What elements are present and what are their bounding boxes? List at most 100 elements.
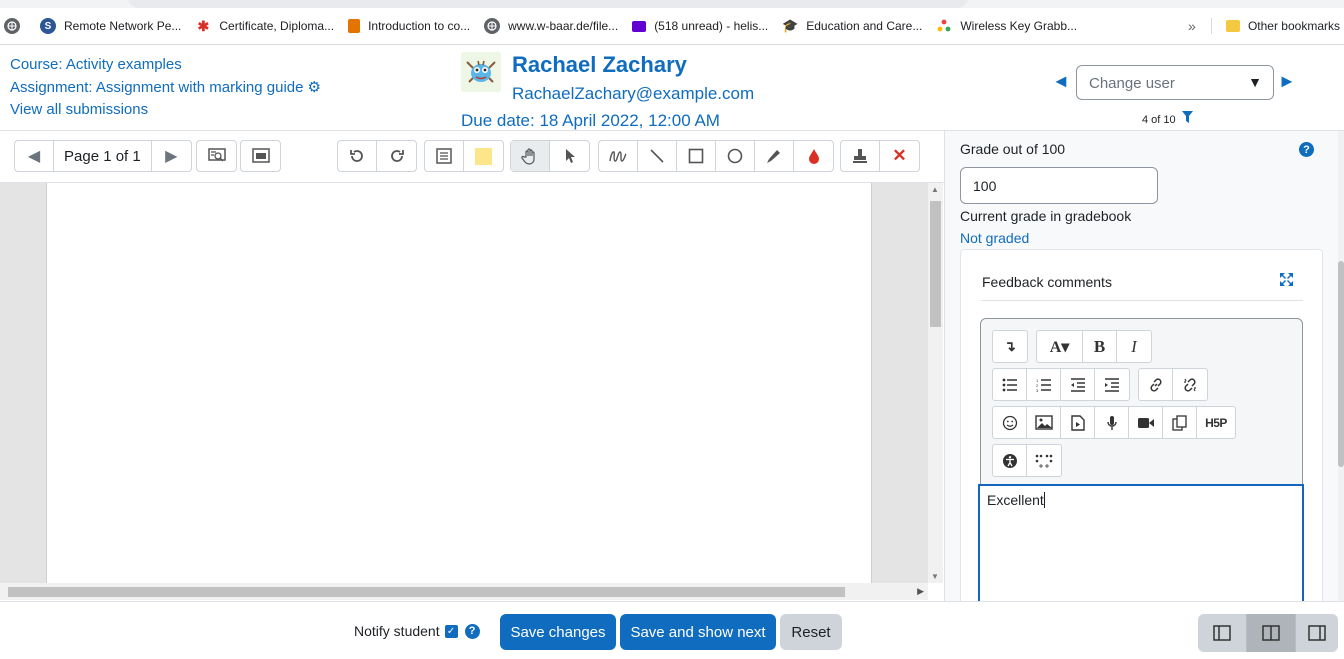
filter-icon[interactable] <box>1181 111 1193 126</box>
gear-icon[interactable]: ⚙ <box>307 77 320 100</box>
rotate-left-icon[interactable] <box>338 141 377 171</box>
line-icon[interactable] <box>638 141 677 171</box>
mail-icon <box>632 20 647 32</box>
grading-footer: Notify student ✓ ? Save changes Save and… <box>0 601 1344 659</box>
next-user-icon[interactable]: ► <box>1278 71 1296 92</box>
unlink-icon[interactable] <box>1173 369 1207 400</box>
editor-toolbar-row-3: H5P <box>992 406 1244 439</box>
bookmark-wbaar[interactable]: www.w-baar.de/file... <box>478 14 626 38</box>
save-and-show-next-button[interactable]: Save and show next <box>620 614 776 650</box>
course-link[interactable]: Course: Activity examples <box>10 54 321 77</box>
toggle-toolbar-icon[interactable]: ↴ <box>993 331 1027 362</box>
feedback-text: Excellent <box>987 492 1044 508</box>
previous-user-icon[interactable]: ◄ <box>1052 71 1070 92</box>
notify-student[interactable]: Notify student ✓ ? <box>354 623 480 639</box>
screenreader-helper-icon[interactable] <box>1027 445 1061 476</box>
notify-student-checkbox[interactable]: ✓ <box>444 624 458 638</box>
address-bar[interactable] <box>128 0 968 8</box>
other-bookmarks[interactable]: Other bookmarks <box>1220 14 1344 38</box>
record-audio-icon[interactable] <box>1095 407 1129 438</box>
scrollbar-thumb[interactable] <box>1338 261 1344 467</box>
insert-group: H5P <box>992 406 1236 439</box>
scrollbar-thumb[interactable] <box>8 587 845 597</box>
default-layout-icon[interactable] <box>1247 614 1296 652</box>
pdf-page[interactable] <box>46 183 872 583</box>
italic-icon[interactable]: I <box>1117 331 1151 362</box>
save-changes-button[interactable]: Save changes <box>500 614 616 650</box>
pen-icon[interactable] <box>599 141 638 171</box>
record-video-icon[interactable] <box>1129 407 1163 438</box>
s-logo-icon: S <box>40 18 56 34</box>
delete-icon[interactable]: ✕ <box>880 141 919 171</box>
link-icon[interactable] <box>1139 369 1173 400</box>
rectangle-icon[interactable] <box>677 141 716 171</box>
highlighter-icon[interactable] <box>755 141 794 171</box>
outdent-icon[interactable] <box>1061 369 1095 400</box>
bold-icon[interactable]: B <box>1083 331 1117 362</box>
media-icon[interactable] <box>1061 407 1095 438</box>
user-email[interactable]: RachaelZachary@example.com <box>512 84 754 104</box>
bookmark-remote-network[interactable]: S Remote Network Pe... <box>34 14 189 38</box>
image-icon[interactable] <box>1027 407 1061 438</box>
viewer-vertical-scrollbar[interactable]: ▲ ▼ <box>928 183 943 583</box>
oval-icon[interactable] <box>716 141 755 171</box>
user-counter-text: 4 of 10 <box>1142 114 1176 126</box>
collapse-grade-panel-icon[interactable] <box>1198 614 1247 652</box>
help-icon[interactable]: ? <box>464 623 480 639</box>
rotate-right-icon[interactable] <box>377 141 416 171</box>
scroll-right-icon[interactable]: ▶ <box>917 586 924 597</box>
h5p-icon[interactable]: H5P <box>1197 407 1235 438</box>
select-arrow-icon[interactable] <box>550 141 589 171</box>
prev-page-icon[interactable]: ◀ <box>15 141 54 171</box>
bookmark-label: Introduction to co... <box>368 19 471 33</box>
user-name[interactable]: Rachael Zachary <box>512 52 687 78</box>
view-all-submissions-link[interactable]: View all submissions <box>10 99 321 122</box>
unordered-list-icon[interactable] <box>993 369 1027 400</box>
more-bookmarks-chevron[interactable]: » <box>1181 18 1203 34</box>
editor-toolbar-row-2: 123 <box>992 368 1216 401</box>
people-icon <box>936 18 953 34</box>
folder-icon <box>1225 20 1240 32</box>
ordered-list-icon[interactable]: 123 <box>1027 369 1061 400</box>
change-user-select[interactable]: Change user ▼ <box>1076 65 1274 100</box>
stamp-icon[interactable] <box>841 141 880 171</box>
scroll-up-icon[interactable]: ▲ <box>931 185 939 194</box>
panel-scrollbar[interactable] <box>1338 131 1344 601</box>
reset-button[interactable]: Reset <box>780 614 842 650</box>
manage-files-icon[interactable] <box>1163 407 1197 438</box>
bookmark-introduction[interactable]: Introduction to co... <box>342 14 478 38</box>
search-comments-icon[interactable] <box>197 141 236 171</box>
pdf-viewer[interactable] <box>0 183 928 583</box>
feedback-text-area[interactable]: Excellent <box>978 484 1304 601</box>
indent-icon[interactable] <box>1095 369 1129 400</box>
text-style-group: A▾ B I <box>1036 330 1152 363</box>
assignment-link[interactable]: Assignment: Assignment with marking guid… <box>10 77 321 100</box>
emoji-icon[interactable] <box>993 407 1027 438</box>
scrollbar-thumb[interactable] <box>930 201 941 327</box>
annotation-color-icon[interactable] <box>794 141 833 171</box>
scroll-down-icon[interactable]: ▼ <box>931 572 939 581</box>
bookmark-wireless[interactable]: Wireless Key Grabb... <box>930 14 1085 38</box>
apps-bookmark[interactable] <box>0 14 34 38</box>
grade-input[interactable] <box>960 167 1158 204</box>
help-icon[interactable]: ? <box>1299 142 1314 157</box>
bookmark-education[interactable]: 🎓 Education and Care... <box>776 14 930 38</box>
paragraph-style-icon[interactable]: A▾ <box>1037 331 1083 362</box>
link-group <box>1138 368 1208 401</box>
grading-panel: Grade out of 100 ? Current grade in grad… <box>945 131 1344 601</box>
accessibility-checker-icon[interactable] <box>993 445 1027 476</box>
next-page-icon[interactable]: ▶ <box>152 141 191 171</box>
comment-icon[interactable] <box>425 141 464 171</box>
bookmark-mail[interactable]: (518 unread) - helis... <box>626 14 776 38</box>
bookmark-certificate[interactable]: ✱ Certificate, Diploma... <box>189 14 342 38</box>
current-grade-value[interactable]: Not graded <box>960 230 1029 246</box>
pan-hand-icon[interactable] <box>511 141 550 171</box>
expand-view-icon[interactable] <box>241 141 280 171</box>
comment-color-icon[interactable] <box>464 141 503 171</box>
expand-icon[interactable] <box>1279 272 1294 292</box>
annotation-toolbar: ◀ Page 1 of 1 ▶ ✕ <box>0 131 944 183</box>
user-counter: 4 of 10 <box>1142 111 1193 126</box>
viewer-horizontal-scrollbar[interactable]: ▶ <box>0 583 928 600</box>
collapse-review-panel-icon[interactable] <box>1296 614 1338 652</box>
editor-toolbar-row-1: ↴ A▾ B I <box>992 330 1160 363</box>
